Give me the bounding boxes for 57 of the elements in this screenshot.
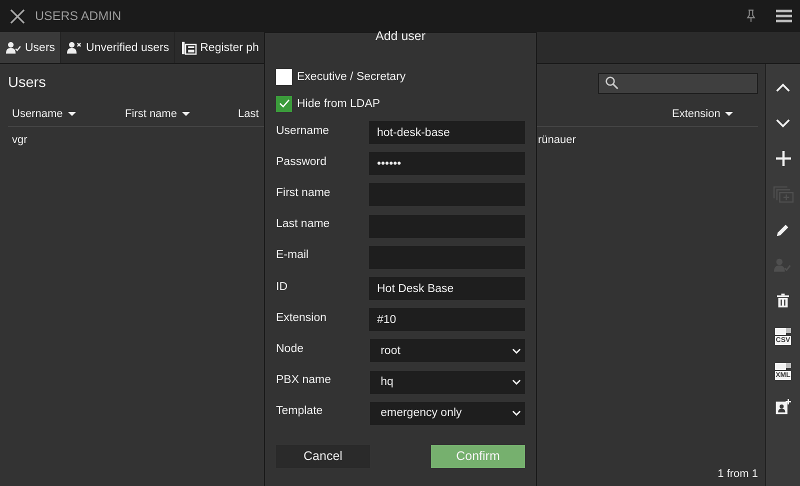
sort-caret-icon	[725, 112, 734, 116]
plus-icon	[776, 151, 790, 166]
column-header[interactable]: Extension	[672, 108, 720, 120]
dialog-title: Add user	[375, 29, 426, 43]
user-check-icon	[6, 40, 22, 54]
field-label: PBX name	[276, 374, 332, 386]
chevron-up-icon	[776, 83, 790, 92]
user-remove-icon	[67, 40, 84, 54]
field-label: Extension	[276, 312, 328, 324]
field-label: Password	[276, 156, 328, 168]
chevron-down-icon	[512, 348, 521, 354]
field-label: Template	[276, 405, 324, 418]
desk-phone-icon	[181, 40, 198, 54]
tab-label: Register ph	[200, 42, 259, 54]
input-field[interactable]: Hot Desk Base	[369, 277, 525, 300]
chevron-down-icon	[512, 379, 521, 386]
contact-add-icon	[775, 399, 791, 416]
sort-caret-icon	[182, 112, 190, 116]
field-label: First name	[276, 186, 332, 199]
checkbox[interactable]	[276, 68, 292, 84]
input-field[interactable]: hot-desk-base	[369, 121, 525, 144]
search-icon	[605, 76, 619, 90]
dropdown[interactable]: root	[370, 339, 525, 362]
pin-icon[interactable]	[746, 9, 756, 23]
window-title: USERS ADMIN	[35, 9, 122, 23]
section-title: Users	[8, 75, 46, 91]
checkbox[interactable]	[276, 96, 292, 112]
input-field[interactable]: #10	[369, 308, 525, 332]
table-cell: vgr	[12, 134, 28, 146]
checkbox-label: Executive / Secretary	[297, 70, 406, 82]
tab[interactable]: Users	[0, 32, 62, 63]
close-icon[interactable]	[10, 8, 25, 24]
column-header[interactable]: Last	[238, 108, 259, 120]
field-label: ID	[276, 280, 288, 293]
checkbox-label: Hide from LDAP	[297, 98, 380, 110]
chevron-down-icon	[776, 118, 790, 128]
input-field[interactable]: ••••••	[369, 152, 525, 176]
sort-caret-icon	[68, 112, 76, 116]
trash-icon	[777, 293, 789, 308]
field-label: Last name	[276, 218, 331, 230]
tab-label: Users	[25, 42, 56, 54]
field-label: Username	[276, 124, 330, 137]
tab-label: Unverified users	[86, 42, 170, 54]
check-icon	[278, 99, 290, 108]
column-header[interactable]: Username	[12, 108, 63, 120]
table-cell: rünauer	[538, 134, 576, 146]
page-count: 1 from 1	[718, 468, 758, 480]
chevron-down-icon	[512, 410, 521, 416]
column-header[interactable]: First name	[125, 108, 177, 120]
cancel-button[interactable]: Cancel	[276, 444, 370, 468]
dropdown[interactable]: emergency only	[370, 402, 525, 425]
search-field[interactable]	[598, 72, 758, 94]
field-label: E-mail	[276, 249, 310, 262]
pencil-icon	[776, 222, 790, 237]
dropdown[interactable]: hq	[370, 370, 525, 394]
field-label: Node	[276, 342, 304, 355]
menu-icon[interactable]	[776, 9, 792, 23]
